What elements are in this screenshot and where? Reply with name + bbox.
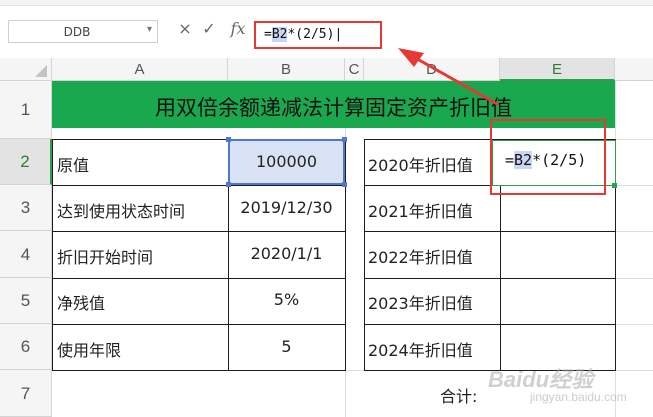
row-header-3[interactable]: 3	[0, 185, 52, 231]
table-border	[52, 231, 346, 232]
sheet-title: 用双倍余额递减法计算固定资产折旧值	[155, 96, 512, 120]
value-cell[interactable]: 5%	[228, 290, 345, 309]
label-cell[interactable]: 净残值	[57, 290, 105, 314]
value-cell[interactable]: 2019/12/30	[228, 198, 345, 217]
resize-handle[interactable]	[342, 137, 347, 142]
column-header-e[interactable]: E	[500, 58, 615, 81]
table-border	[52, 185, 346, 186]
select-all-button[interactable]	[0, 58, 52, 81]
table-border	[52, 278, 346, 279]
confirm-formula-button[interactable]: ✓	[200, 19, 218, 41]
column-header-a[interactable]: A	[52, 58, 228, 81]
year-label-cell[interactable]: 2024年折旧值	[368, 337, 473, 361]
grid-line	[615, 139, 653, 140]
grid-line	[615, 231, 653, 232]
year-label-cell[interactable]: 2020年折旧值	[368, 152, 473, 176]
row-header-4[interactable]: 4	[0, 231, 52, 278]
row-header-5[interactable]: 5	[0, 278, 52, 324]
year-label-cell[interactable]: 2021年折旧值	[368, 198, 473, 222]
value-cell[interactable]: 100000	[228, 152, 345, 171]
depreciation-cell[interactable]	[501, 232, 615, 278]
row-header-2[interactable]: 2	[0, 139, 52, 185]
label-cell[interactable]: 达到使用状态时间	[57, 198, 185, 222]
name-box-value: DDB	[63, 25, 91, 39]
formula-cell-reference: B2	[271, 27, 288, 42]
value-cell[interactable]: 5	[228, 337, 345, 356]
formula-eq: =	[264, 27, 272, 42]
label-cell[interactable]: 折旧开始时间	[57, 244, 153, 268]
grid-line	[615, 185, 653, 186]
year-label-cell[interactable]: 2022年折旧值	[368, 244, 473, 268]
table-border	[52, 370, 346, 371]
label-cell[interactable]: 使用年限	[57, 337, 121, 361]
text-cursor: |	[334, 27, 343, 42]
depreciation-cell[interactable]	[501, 279, 615, 324]
total-label[interactable]: 合计:	[440, 383, 477, 407]
column-header-f[interactable]	[615, 58, 653, 81]
resize-handle[interactable]	[226, 137, 231, 142]
label-cell[interactable]: 原值	[57, 152, 89, 176]
year-label-cell[interactable]: 2023年折旧值	[368, 290, 473, 314]
grid-line	[615, 324, 653, 325]
row-header-7[interactable]: 7	[0, 370, 52, 417]
table-border	[345, 139, 346, 371]
grid-line	[615, 278, 653, 279]
table-border	[52, 139, 53, 371]
value-cell[interactable]: 2020/1/1	[228, 244, 345, 263]
fill-handle[interactable]	[342, 182, 347, 187]
fill-handle[interactable]	[612, 183, 617, 188]
watermark-url: jingyan.baidu.com	[530, 390, 627, 404]
row-header-6[interactable]: 6	[0, 324, 52, 370]
select-all-icon	[35, 65, 47, 77]
formula-rest: *(2/5)	[287, 27, 335, 42]
table-border	[52, 324, 346, 325]
table-border	[364, 139, 365, 371]
column-header-b[interactable]: B	[228, 58, 345, 81]
cancel-formula-button[interactable]: ×	[176, 19, 194, 41]
formula-input[interactable]: =B2*(2/5)|	[254, 21, 382, 49]
annotation-box	[490, 119, 606, 195]
column-header-c[interactable]: C	[345, 58, 364, 81]
row-header-1[interactable]: 1	[0, 81, 52, 139]
name-box[interactable]: DDB ▾	[8, 20, 158, 43]
insert-function-button[interactable]: fx	[226, 19, 250, 41]
chevron-down-icon[interactable]: ▾	[147, 24, 152, 35]
column-header-d[interactable]: D	[364, 58, 500, 81]
resize-handle[interactable]	[226, 182, 231, 187]
toolbar-edge	[0, 0, 653, 6]
